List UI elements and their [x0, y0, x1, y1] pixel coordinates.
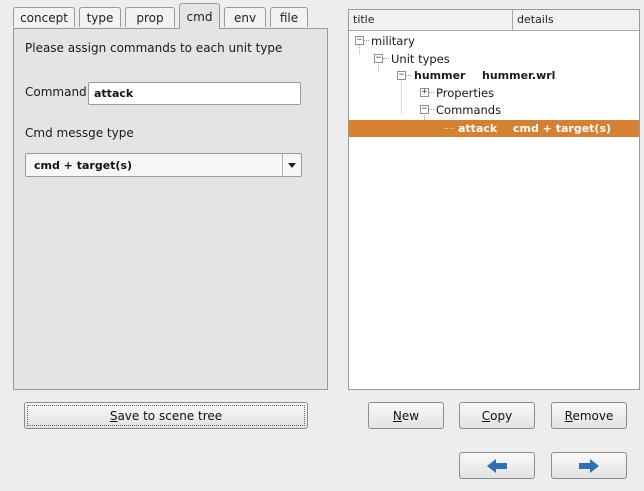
remove-button[interactable]: Remove	[551, 402, 627, 429]
collapse-toggle-icon[interactable]: −	[374, 54, 383, 63]
collapse-toggle-icon[interactable]: −	[355, 36, 364, 45]
tab-file[interactable]: file	[270, 7, 308, 27]
expand-toggle-icon[interactable]: +	[420, 88, 429, 97]
tree-node-properties[interactable]: + Properties	[349, 84, 639, 101]
scene-tree[interactable]: title details − military − Unit types − …	[348, 9, 640, 390]
tree-node-title: military	[371, 34, 415, 48]
copy-button[interactable]: Copy	[459, 402, 535, 429]
chevron-down-icon[interactable]	[282, 154, 301, 176]
tree-node-detail: hummer.wrl	[482, 69, 556, 82]
forward-button[interactable]	[551, 452, 627, 479]
tree-node-title: attack	[458, 122, 498, 135]
tree-node-attack[interactable]: attack cmd + target(s)	[349, 120, 639, 137]
cmd-message-type-label: Cmd messge type	[25, 126, 134, 140]
new-button-label: New	[392, 408, 420, 423]
cmd-tab-panel: Please assign commands to each unit type…	[13, 28, 328, 390]
arrow-right-icon	[579, 458, 599, 473]
cmd-message-type-value: cmd + target(s)	[34, 159, 133, 172]
tree-node-hummer[interactable]: − hummer hummer.wrl	[349, 67, 639, 84]
tab-prop[interactable]: prop	[125, 7, 175, 27]
tree-node-title: hummer	[414, 69, 466, 82]
back-button[interactable]	[459, 452, 535, 479]
tab-type[interactable]: type	[79, 7, 121, 27]
command-input[interactable]	[88, 82, 301, 105]
tree-node-unit-types[interactable]: − Unit types	[349, 50, 639, 67]
tree-node-detail: cmd + target(s)	[513, 122, 612, 135]
tab-concept[interactable]: concept	[13, 7, 75, 27]
new-button[interactable]: New	[368, 402, 444, 429]
column-header-details[interactable]: details	[513, 10, 639, 31]
command-label: Command	[25, 85, 87, 99]
tree-node-commands[interactable]: − Commands	[349, 101, 639, 118]
copy-button-label: Copy	[481, 408, 513, 423]
column-header-title[interactable]: title	[349, 10, 513, 31]
remove-button-label: Remove	[564, 408, 614, 423]
arrow-left-icon	[487, 458, 507, 473]
cmd-message-type-select[interactable]: cmd + target(s)	[25, 153, 302, 177]
tab-cmd[interactable]: cmd	[179, 3, 220, 29]
collapse-toggle-icon[interactable]: −	[420, 105, 429, 114]
tree-node-military[interactable]: − military	[349, 32, 639, 49]
tree-node-title: Properties	[436, 86, 495, 100]
tree-node-title: Unit types	[391, 52, 450, 66]
collapse-toggle-icon[interactable]: −	[397, 71, 406, 80]
tab-env[interactable]: env	[224, 7, 266, 27]
tree-node-title: Commands	[436, 103, 502, 117]
save-to-scene-tree-button[interactable]: Save to scene tree	[24, 402, 308, 429]
save-button-label: Save to scene tree	[109, 408, 223, 423]
instruction-text: Please assign commands to each unit type	[25, 41, 283, 55]
